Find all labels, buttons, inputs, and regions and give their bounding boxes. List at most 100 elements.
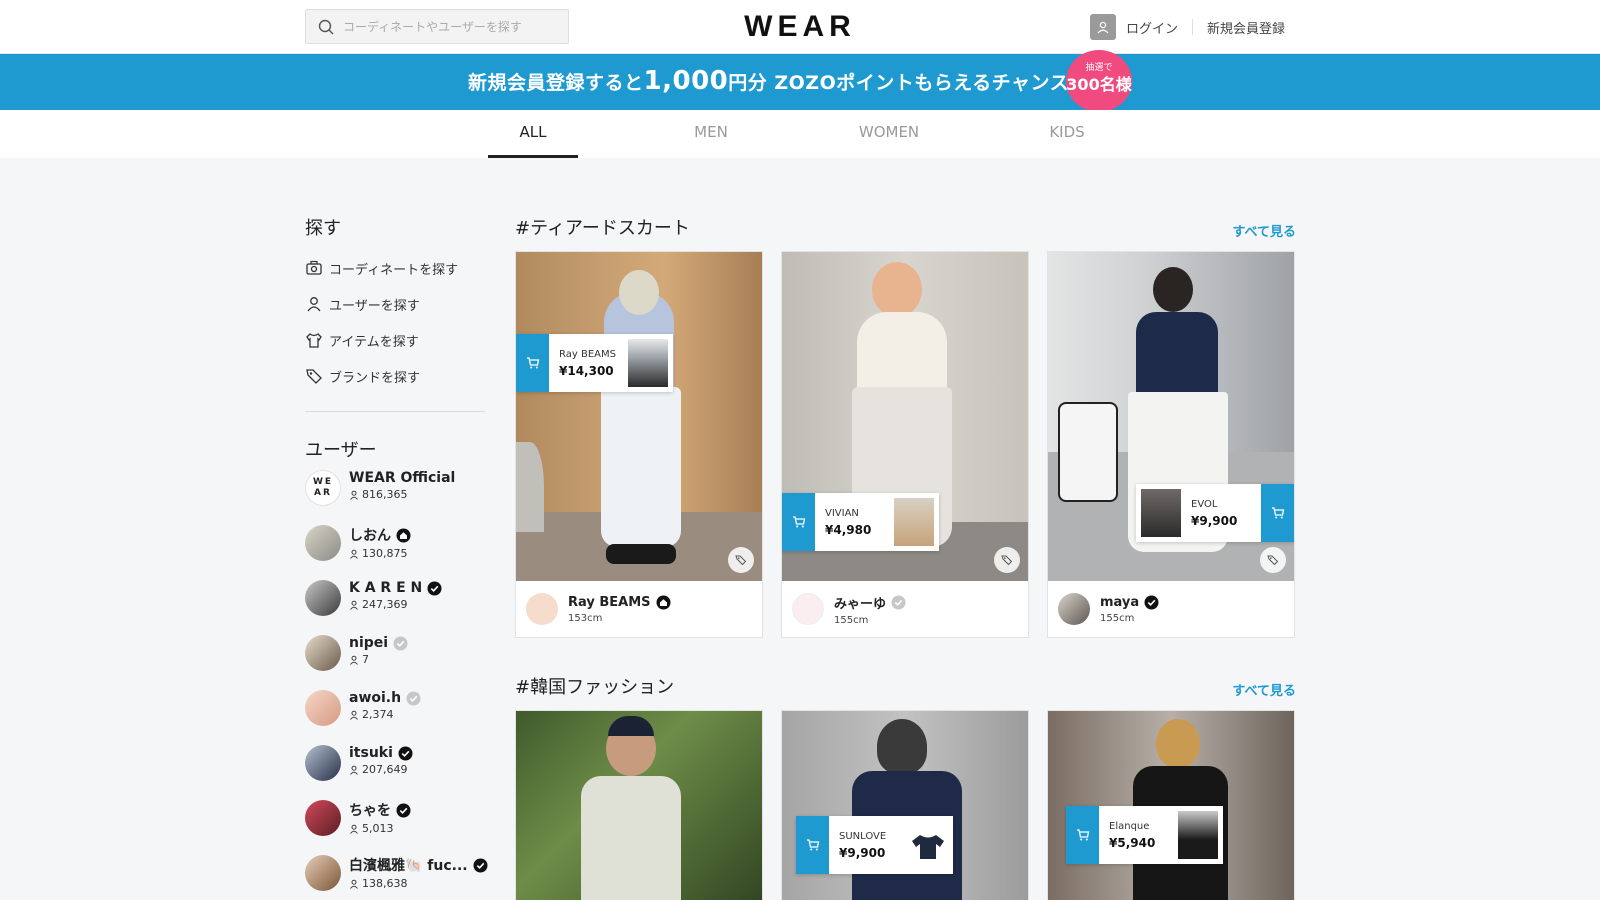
cart-button[interactable] xyxy=(1261,484,1294,542)
item-thumbnail xyxy=(1178,811,1218,859)
search-icon xyxy=(318,19,334,34)
banner-amount: 1,000 xyxy=(643,66,729,96)
user-height: 155cm xyxy=(1100,612,1135,624)
tab-kids[interactable]: KIDS xyxy=(1022,110,1112,158)
item-popup[interactable]: VIVIAN ¥4,980 xyxy=(782,493,939,551)
explore-list: コーディネートを探す ユーザーを探す アイテムを探す ブランドを探す xyxy=(305,250,458,394)
lottery-label: 抽選で xyxy=(1085,63,1113,73)
item-popup[interactable]: SUNLOVE ¥9,900 xyxy=(796,816,953,874)
search-box[interactable] xyxy=(305,9,569,44)
section-title: #ティアードスカート xyxy=(515,218,690,239)
user-name: WEAR Official xyxy=(349,470,456,486)
coordinate-card[interactable] xyxy=(515,710,763,900)
see-all-link[interactable]: すべて見る xyxy=(1228,221,1296,240)
coordinate-card[interactable]: EVOL ¥9,900 maya 155cm xyxy=(1047,251,1295,638)
tag-button[interactable] xyxy=(728,547,754,573)
user-item[interactable]: awoi.h 2,374 xyxy=(305,690,488,745)
search-input[interactable] xyxy=(343,19,563,34)
user-item[interactable]: nipei 7 xyxy=(305,635,488,690)
user-item[interactable]: K A R E N 247,369 xyxy=(305,580,488,635)
verified-icon xyxy=(473,858,488,872)
tag-icon xyxy=(1267,555,1279,566)
avatar xyxy=(305,525,341,561)
tab-men[interactable]: MEN xyxy=(666,110,756,158)
follower-icon xyxy=(350,710,358,720)
follower-icon xyxy=(350,879,358,889)
user-item[interactable]: 白濱楓雅🐚 fuc... 138,638 xyxy=(305,855,488,900)
user-item[interactable]: ちゃを 5,013 xyxy=(305,800,488,855)
tag-button[interactable] xyxy=(994,547,1020,573)
shirt-icon xyxy=(306,333,322,348)
coordinate-photo[interactable]: Ray BEAMS ¥14,300 xyxy=(516,252,762,581)
card-footer[interactable]: maya 155cm xyxy=(1048,581,1294,637)
user-item[interactable]: しおん 130,875 xyxy=(305,525,488,580)
follower-count: 7 xyxy=(362,653,369,666)
divider xyxy=(1192,19,1194,35)
header: WEAR ログイン 新規会員登録 xyxy=(0,0,1600,54)
user-item[interactable]: itsuki 207,649 xyxy=(305,745,488,800)
see-all-link[interactable]: すべて見る xyxy=(1228,680,1296,699)
figure-top xyxy=(857,312,947,392)
user-list: WE AR WEAR Official 816,365 しおん 130,875 … xyxy=(305,470,488,900)
follower-count: 130,875 xyxy=(362,547,408,560)
signup-link[interactable]: 新規会員登録 xyxy=(1207,18,1285,37)
follower-count: 247,369 xyxy=(362,598,408,611)
cart-button[interactable] xyxy=(796,816,829,874)
explore-label: ユーザーを探す xyxy=(329,298,420,314)
avatar xyxy=(305,800,341,836)
explore-brands[interactable]: ブランドを探す xyxy=(305,358,458,394)
cart-button[interactable] xyxy=(782,493,815,551)
tab-all[interactable]: ALL xyxy=(488,110,578,158)
coordinate-photo[interactable]: Elanque ¥5,940 xyxy=(1048,711,1294,900)
item-popup[interactable]: Ray BEAMS ¥14,300 xyxy=(516,334,673,392)
promo-banner[interactable]: 新規会員登録すると1,000円分 ZOZOポイントもらえるチャンス xyxy=(0,54,1600,110)
follower-count: 5,013 xyxy=(362,822,394,835)
explore-items[interactable]: アイテムを探す xyxy=(305,322,458,358)
coordinate-photo[interactable]: VIVIAN ¥4,980 xyxy=(782,252,1028,581)
tab-women[interactable]: WOMEN xyxy=(844,110,934,158)
coordinate-card[interactable]: VIVIAN ¥4,980 みゃーゆ 155cm xyxy=(781,251,1029,638)
logo[interactable]: WEAR xyxy=(740,10,860,44)
item-popup[interactable]: Elanque ¥5,940 xyxy=(1066,806,1223,864)
coordinate-photo[interactable] xyxy=(516,711,762,900)
user-icon[interactable] xyxy=(1090,14,1116,40)
item-popup[interactable]: EVOL ¥9,900 xyxy=(1136,484,1294,542)
follower-icon xyxy=(350,549,358,559)
section-title: #韓国ファッション xyxy=(515,677,675,698)
avatar xyxy=(305,580,341,616)
card-footer[interactable]: Ray BEAMS 153cm xyxy=(516,581,762,637)
cart-button[interactable] xyxy=(516,334,549,392)
coordinate-card[interactable]: SUNLOVE ¥9,900 xyxy=(781,710,1029,900)
cart-button[interactable] xyxy=(1066,806,1099,864)
user-name: itsuki xyxy=(349,745,393,761)
user-height: 155cm xyxy=(834,614,869,626)
tag-button[interactable] xyxy=(1260,547,1286,573)
gray-verified-icon xyxy=(891,595,906,609)
item-price: ¥4,980 xyxy=(825,522,872,537)
cart-icon xyxy=(792,516,805,528)
user-item[interactable]: WE AR WEAR Official 816,365 xyxy=(305,470,488,525)
banner-text: 新規会員登録すると1,000円分 ZOZOポイントもらえるチャンス xyxy=(468,66,1069,96)
banner-text-post: 円分 ZOZOポイントもらえるチャンス xyxy=(728,72,1070,94)
card-footer[interactable]: みゃーゆ 155cm xyxy=(782,581,1028,637)
verified-icon xyxy=(1144,595,1159,609)
gray-verified-icon xyxy=(393,636,408,650)
explore-coordinates[interactable]: コーディネートを探す xyxy=(305,250,458,286)
explore-users[interactable]: ユーザーを探す xyxy=(305,286,458,322)
avatar xyxy=(305,745,341,781)
coordinate-card[interactable]: Ray BEAMS ¥14,300 Ray BEAMS 153cm xyxy=(515,251,763,638)
item-brand: EVOL xyxy=(1191,498,1218,510)
follower-count: 2,374 xyxy=(362,708,394,721)
follower-icon xyxy=(350,655,358,665)
follower-count: 207,649 xyxy=(362,763,408,776)
explore-title: 探す xyxy=(305,218,341,239)
camera-icon xyxy=(306,260,322,275)
coordinate-card[interactable]: Elanque ¥5,940 xyxy=(1047,710,1295,900)
avatar-text: WE AR xyxy=(312,477,334,498)
cart-icon xyxy=(806,839,819,851)
login-link[interactable]: ログイン xyxy=(1126,18,1178,37)
coordinate-photo[interactable]: SUNLOVE ¥9,900 xyxy=(782,711,1028,900)
coordinate-photo[interactable]: EVOL ¥9,900 xyxy=(1048,252,1294,581)
figure-head xyxy=(1153,267,1193,312)
user-name: 白濱楓雅🐚 fuc... xyxy=(349,858,468,874)
